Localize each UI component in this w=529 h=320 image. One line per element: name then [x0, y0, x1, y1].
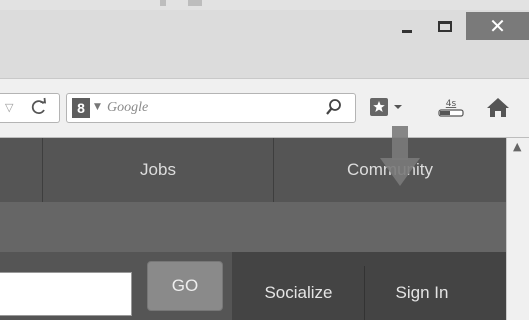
url-bar[interactable]: ▽ [0, 93, 60, 123]
search-icon[interactable] [325, 98, 343, 118]
downloads-badge: 4s [446, 99, 457, 109]
web-page: Jobs Community GO Socialize Sign In ▲ [0, 138, 529, 320]
nav-item-partial[interactable] [0, 138, 42, 202]
window-titlebar: ✕ [0, 0, 529, 78]
site-search-area: GO [0, 252, 232, 320]
search-bar[interactable]: 8 ▼ Google [66, 93, 356, 123]
sign-in-link[interactable]: Sign In [366, 266, 478, 320]
bookmarks-menu-button[interactable] [368, 95, 412, 121]
minimize-icon [402, 29, 412, 33]
downloads-button[interactable]: 4s [436, 95, 466, 121]
maximize-button[interactable] [430, 12, 460, 40]
scroll-up-icon[interactable]: ▲ [513, 140, 521, 153]
home-icon [487, 98, 509, 117]
url-history-dropdown-icon[interactable]: ▽ [5, 101, 13, 114]
home-button[interactable] [484, 95, 512, 121]
site-header-row: GO Socialize Sign In [0, 252, 506, 320]
bookmarks-menu-icon [370, 98, 402, 116]
search-placeholder: Google [107, 100, 149, 115]
minimize-button[interactable] [392, 12, 422, 40]
navigation-toolbar: ▽ 8 ▼ Google 4s [0, 78, 529, 138]
socialize-link[interactable]: Socialize [233, 266, 365, 320]
maximize-icon [438, 20, 452, 32]
vertical-scrollbar[interactable]: ▲ [506, 138, 529, 320]
close-button[interactable]: ✕ [466, 12, 529, 40]
site-sub-nav [0, 202, 506, 252]
reload-icon[interactable] [30, 96, 48, 123]
site-main-nav: Jobs Community [0, 138, 506, 202]
engine-dropdown-icon[interactable]: ▼ [94, 102, 101, 112]
down-arrow-icon [380, 126, 420, 190]
downloads-icon: 4s [438, 99, 464, 117]
search-engine-icon[interactable]: 8 [72, 98, 90, 118]
nav-item-jobs[interactable]: Jobs [42, 138, 273, 202]
close-icon: ✕ [489, 14, 506, 38]
go-button[interactable]: GO [147, 261, 223, 311]
tab-fragment [160, 0, 166, 6]
tab-fragment [188, 0, 202, 6]
titlebar-top-strip [0, 0, 529, 10]
site-search-input[interactable] [0, 272, 132, 316]
